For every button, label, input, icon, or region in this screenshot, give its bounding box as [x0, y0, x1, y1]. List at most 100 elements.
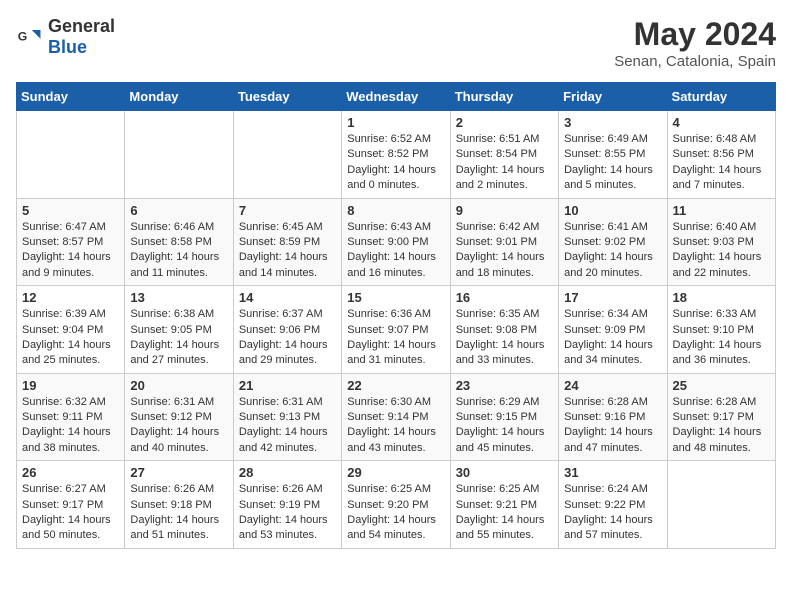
day-cell: 23 Sunrise: 6:29 AMSunset: 9:15 PMDayligh…	[450, 373, 558, 461]
day-number: 11	[673, 203, 770, 218]
day-info: Sunrise: 6:30 AMSunset: 9:14 PMDaylight:…	[347, 395, 444, 457]
day-cell: 10 Sunrise: 6:41 AMSunset: 9:02 PMDayligh…	[559, 198, 667, 286]
day-info: Sunrise: 6:42 AMSunset: 9:01 PMDaylight:…	[456, 220, 553, 282]
day-info: Sunrise: 6:52 AMSunset: 8:52 PMDaylight:…	[347, 132, 444, 194]
week-row-5: 26 Sunrise: 6:27 AMSunset: 9:17 PMDayligh…	[17, 461, 776, 549]
day-cell	[125, 111, 233, 199]
week-row-2: 5 Sunrise: 6:47 AMSunset: 8:57 PMDaylight…	[17, 198, 776, 286]
day-cell: 3 Sunrise: 6:49 AMSunset: 8:55 PMDaylight…	[559, 111, 667, 199]
day-cell: 2Sunrise: 6:51 AMSunset: 8:54 PMDaylight…	[450, 111, 558, 199]
day-number: 27	[130, 465, 227, 480]
day-number: 29	[347, 465, 444, 480]
day-info: Sunrise: 6:27 AMSunset: 9:17 PMDaylight:…	[22, 482, 119, 544]
day-info: Sunrise: 6:26 AMSunset: 9:19 PMDaylight:…	[239, 482, 336, 544]
day-number: 3	[564, 115, 661, 130]
day-info: Sunrise: 6:33 AMSunset: 9:10 PMDaylight:…	[673, 307, 770, 369]
day-number: 7	[239, 203, 336, 218]
day-cell	[17, 111, 125, 199]
day-header-friday: Friday	[559, 83, 667, 111]
day-header-wednesday: Wednesday	[342, 83, 450, 111]
day-number: 5	[22, 203, 119, 218]
logo: G General Blue	[16, 16, 115, 58]
day-cell: 31 Sunrise: 6:24 AMSunset: 9:22 PMDayligh…	[559, 461, 667, 549]
day-number: 4	[673, 115, 770, 130]
day-cell: 17 Sunrise: 6:34 AMSunset: 9:09 PMDayligh…	[559, 286, 667, 374]
day-number: 8	[347, 203, 444, 218]
week-row-1: 1 Sunrise: 6:52 AMSunset: 8:52 PMDaylight…	[17, 111, 776, 199]
day-number: 26	[22, 465, 119, 480]
day-cell: 13 Sunrise: 6:38 AMSunset: 9:05 PMDayligh…	[125, 286, 233, 374]
day-header-row: SundayMondayTuesdayWednesdayThursdayFrid…	[17, 83, 776, 111]
day-info: Sunrise: 6:43 AMSunset: 9:00 PMDaylight:…	[347, 220, 444, 282]
logo-text-general: General	[48, 16, 115, 36]
title-block: May 2024 Senan, Catalonia, Spain	[614, 16, 776, 70]
day-number: 30	[456, 465, 553, 480]
logo-icon: G	[16, 23, 44, 51]
day-cell	[667, 461, 775, 549]
day-info: Sunrise: 6:51 AMSunset: 8:54 PMDaylight:…	[456, 132, 553, 194]
day-cell	[233, 111, 341, 199]
day-cell: 18Sunrise: 6:33 AMSunset: 9:10 PMDayligh…	[667, 286, 775, 374]
day-header-sunday: Sunday	[17, 83, 125, 111]
day-cell: 11 Sunrise: 6:40 AMSunset: 9:03 PMDayligh…	[667, 198, 775, 286]
day-info: Sunrise: 6:24 AMSunset: 9:22 PMDaylight:…	[564, 482, 661, 544]
day-number: 15	[347, 290, 444, 305]
day-info: Sunrise: 6:48 AMSunset: 8:56 PMDaylight:…	[673, 132, 770, 194]
day-number: 10	[564, 203, 661, 218]
day-info: Sunrise: 6:38 AMSunset: 9:05 PMDaylight:…	[130, 307, 227, 369]
day-header-monday: Monday	[125, 83, 233, 111]
subtitle: Senan, Catalonia, Spain	[614, 53, 776, 70]
day-header-saturday: Saturday	[667, 83, 775, 111]
day-number: 19	[22, 378, 119, 393]
day-info: Sunrise: 6:40 AMSunset: 9:03 PMDaylight:…	[673, 220, 770, 282]
day-cell: 30 Sunrise: 6:25 AMSunset: 9:21 PMDayligh…	[450, 461, 558, 549]
day-cell: 8 Sunrise: 6:43 AMSunset: 9:00 PMDaylight…	[342, 198, 450, 286]
day-info: Sunrise: 6:46 AMSunset: 8:58 PMDaylight:…	[130, 220, 227, 282]
day-cell: 6 Sunrise: 6:46 AMSunset: 8:58 PMDaylight…	[125, 198, 233, 286]
day-number: 12	[22, 290, 119, 305]
day-info: Sunrise: 6:49 AMSunset: 8:55 PMDaylight:…	[564, 132, 661, 194]
day-header-tuesday: Tuesday	[233, 83, 341, 111]
day-cell: 5 Sunrise: 6:47 AMSunset: 8:57 PMDaylight…	[17, 198, 125, 286]
day-info: Sunrise: 6:28 AMSunset: 9:17 PMDaylight:…	[673, 395, 770, 457]
day-info: Sunrise: 6:25 AMSunset: 9:21 PMDaylight:…	[456, 482, 553, 544]
day-info: Sunrise: 6:29 AMSunset: 9:15 PMDaylight:…	[456, 395, 553, 457]
day-cell: 28 Sunrise: 6:26 AMSunset: 9:19 PMDayligh…	[233, 461, 341, 549]
day-info: Sunrise: 6:35 AMSunset: 9:08 PMDaylight:…	[456, 307, 553, 369]
day-cell: 4 Sunrise: 6:48 AMSunset: 8:56 PMDaylight…	[667, 111, 775, 199]
day-info: Sunrise: 6:37 AMSunset: 9:06 PMDaylight:…	[239, 307, 336, 369]
day-number: 6	[130, 203, 227, 218]
logo-text-blue: Blue	[48, 37, 87, 57]
day-number: 16	[456, 290, 553, 305]
day-number: 13	[130, 290, 227, 305]
day-number: 24	[564, 378, 661, 393]
page-header: G General Blue May 2024 Senan, Catalonia…	[16, 16, 776, 70]
day-cell: 29 Sunrise: 6:25 AMSunset: 9:20 PMDayligh…	[342, 461, 450, 549]
day-info: Sunrise: 6:36 AMSunset: 9:07 PMDaylight:…	[347, 307, 444, 369]
svg-text:G: G	[18, 30, 28, 44]
day-number: 1	[347, 115, 444, 130]
day-cell: 15 Sunrise: 6:36 AMSunset: 9:07 PMDayligh…	[342, 286, 450, 374]
day-number: 28	[239, 465, 336, 480]
day-info: Sunrise: 6:25 AMSunset: 9:20 PMDaylight:…	[347, 482, 444, 544]
day-number: 21	[239, 378, 336, 393]
day-number: 9	[456, 203, 553, 218]
day-cell: 9 Sunrise: 6:42 AMSunset: 9:01 PMDaylight…	[450, 198, 558, 286]
day-cell: 19 Sunrise: 6:32 AMSunset: 9:11 PMDayligh…	[17, 373, 125, 461]
day-number: 22	[347, 378, 444, 393]
calendar-table: SundayMondayTuesdayWednesdayThursdayFrid…	[16, 82, 776, 549]
day-number: 17	[564, 290, 661, 305]
day-cell: 12Sunrise: 6:39 AMSunset: 9:04 PMDayligh…	[17, 286, 125, 374]
day-header-thursday: Thursday	[450, 83, 558, 111]
day-info: Sunrise: 6:26 AMSunset: 9:18 PMDaylight:…	[130, 482, 227, 544]
week-row-4: 19 Sunrise: 6:32 AMSunset: 9:11 PMDayligh…	[17, 373, 776, 461]
day-info: Sunrise: 6:47 AMSunset: 8:57 PMDaylight:…	[22, 220, 119, 282]
day-cell: 20Sunrise: 6:31 AMSunset: 9:12 PMDayligh…	[125, 373, 233, 461]
day-info: Sunrise: 6:41 AMSunset: 9:02 PMDaylight:…	[564, 220, 661, 282]
day-number: 23	[456, 378, 553, 393]
day-cell: 27 Sunrise: 6:26 AMSunset: 9:18 PMDayligh…	[125, 461, 233, 549]
day-number: 31	[564, 465, 661, 480]
day-cell: 25Sunrise: 6:28 AMSunset: 9:17 PMDayligh…	[667, 373, 775, 461]
day-info: Sunrise: 6:32 AMSunset: 9:11 PMDaylight:…	[22, 395, 119, 457]
day-info: Sunrise: 6:34 AMSunset: 9:09 PMDaylight:…	[564, 307, 661, 369]
